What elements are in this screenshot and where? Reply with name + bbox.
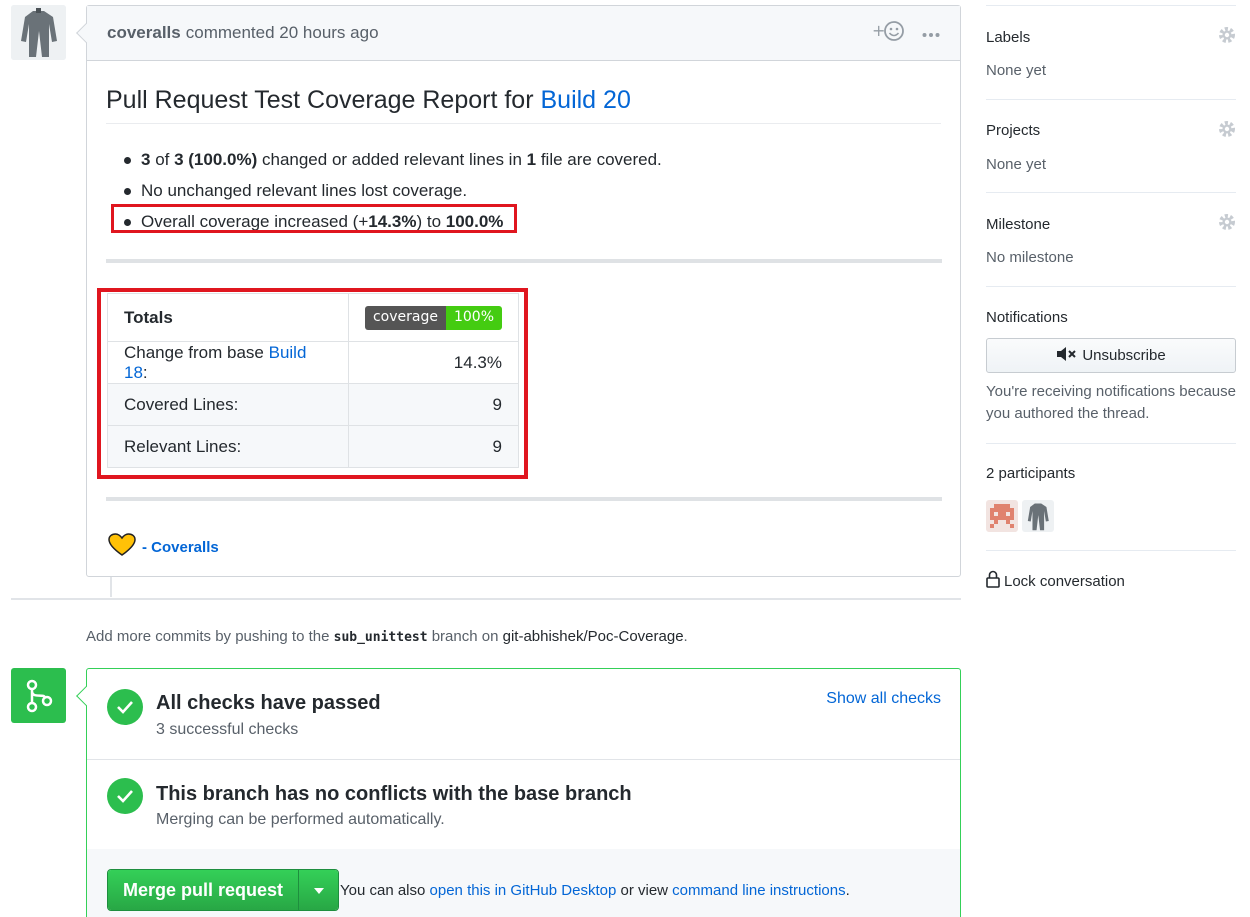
conflicts-title: This branch has no conflicts with the ba… bbox=[156, 783, 632, 805]
timeline-line bbox=[110, 577, 112, 597]
coveralls-link[interactable]: - Coveralls bbox=[142, 539, 219, 556]
checks-section: All checks have passed 3 successful chec… bbox=[87, 669, 960, 759]
mute-icon bbox=[1056, 346, 1077, 366]
participant-avatar[interactable] bbox=[986, 500, 1018, 532]
totals-label: Totals bbox=[107, 293, 349, 342]
list-item: No unchanged relevant lines lost coverag… bbox=[124, 175, 941, 206]
lock-conversation-link[interactable]: Lock conversation bbox=[986, 570, 1125, 592]
merge-box: All checks have passed 3 successful chec… bbox=[76, 668, 961, 917]
table-row: Relevant Lines: 9 bbox=[107, 425, 520, 468]
report-title-text: Pull Request Test Coverage Report for bbox=[106, 86, 534, 114]
sidebar-projects: Projects None yet bbox=[986, 99, 1236, 193]
svg-text:+: + bbox=[872, 21, 885, 40]
comment-header: coveralls commented 20 hours ago + bbox=[87, 6, 960, 61]
coverage-comment: coveralls commented 20 hours ago + Pull … bbox=[76, 5, 961, 577]
unsubscribe-label: Unsubscribe bbox=[1082, 347, 1166, 364]
lock-icon bbox=[986, 570, 1000, 592]
push-note: Add more commits by pushing to the sub_u… bbox=[86, 628, 688, 645]
show-all-checks-link[interactable]: Show all checks bbox=[826, 690, 941, 708]
milestone-value: No milestone bbox=[986, 249, 1074, 266]
change-label: Change from base bbox=[124, 342, 264, 362]
comment-time[interactable]: commented 20 hours ago bbox=[186, 23, 379, 43]
projects-value: None yet bbox=[986, 156, 1047, 173]
sidebar-participants: 2 participants bbox=[986, 443, 1236, 550]
gear-icon[interactable] bbox=[1218, 213, 1236, 236]
unsubscribe-button[interactable]: Unsubscribe bbox=[986, 338, 1236, 373]
conflicts-subtitle: Merging can be performed automatically. bbox=[156, 811, 445, 828]
divider bbox=[986, 550, 1236, 551]
build-20-link[interactable]: Build 20 bbox=[541, 86, 631, 114]
report-title: Pull Request Test Coverage Report for Bu… bbox=[106, 86, 941, 124]
table-row: Change from base Build 18: 14.3% bbox=[107, 341, 520, 384]
covered-lines-value: 9 bbox=[347, 383, 520, 426]
checks-title: All checks have passed bbox=[156, 692, 381, 714]
table-row: Totals coverage 100% bbox=[107, 293, 520, 342]
sidebar-milestone: Milestone No milestone bbox=[986, 192, 1236, 286]
conflicts-section: This branch has no conflicts with the ba… bbox=[87, 760, 960, 849]
timeline-divider bbox=[11, 598, 961, 600]
notifications-heading: Notifications bbox=[986, 309, 1068, 326]
divider bbox=[106, 259, 942, 263]
labels-heading[interactable]: Labels bbox=[986, 29, 1030, 46]
sidebar-labels: Labels None yet bbox=[986, 5, 1236, 99]
merge-actions: Merge pull request You can also open thi… bbox=[87, 849, 960, 917]
change-value: 14.3% bbox=[347, 341, 520, 384]
relevant-lines-value: 9 bbox=[347, 425, 520, 468]
merge-pull-request-button[interactable]: Merge pull request bbox=[108, 870, 299, 910]
merge-button-group: Merge pull request bbox=[107, 869, 340, 911]
caret-down-icon bbox=[313, 881, 324, 899]
highlight-box-coverage bbox=[111, 204, 517, 233]
git-merge-icon bbox=[11, 668, 66, 723]
commenter-avatar[interactable] bbox=[11, 5, 66, 60]
kebab-menu-icon[interactable] bbox=[922, 23, 940, 43]
gear-icon[interactable] bbox=[1218, 120, 1236, 143]
add-reaction-icon[interactable]: + bbox=[872, 20, 906, 47]
notifications-reason: You're receiving notifications because y… bbox=[986, 383, 1236, 422]
totals-table: Totals coverage 100% Change from base Bui… bbox=[107, 293, 520, 468]
branch-name: sub_unittest bbox=[333, 630, 428, 645]
heart-icon bbox=[108, 533, 136, 561]
participant-avatar[interactable] bbox=[1022, 500, 1054, 532]
github-desktop-link[interactable]: open this in GitHub Desktop bbox=[430, 882, 617, 899]
milestone-heading[interactable]: Milestone bbox=[986, 216, 1050, 233]
coverage-badge[interactable]: coverage 100% bbox=[364, 305, 502, 330]
checks-subtitle: 3 successful checks bbox=[156, 721, 299, 738]
relevant-lines-label: Relevant Lines: bbox=[107, 425, 349, 468]
participants-heading: 2 participants bbox=[986, 465, 1076, 482]
table-row: Covered Lines: 9 bbox=[107, 383, 520, 426]
list-item: 3 of 3 (100.0%) changed or added relevan… bbox=[124, 144, 941, 175]
covered-lines-label: Covered Lines: bbox=[107, 383, 349, 426]
projects-heading[interactable]: Projects bbox=[986, 122, 1040, 139]
command-line-link[interactable]: command line instructions bbox=[672, 882, 845, 899]
comment-author[interactable]: coveralls bbox=[107, 23, 181, 43]
check-icon bbox=[107, 689, 143, 725]
labels-value: None yet bbox=[986, 62, 1047, 79]
repo-name: git-abhishek/Poc-Coverage bbox=[502, 628, 684, 645]
check-icon bbox=[107, 778, 143, 814]
gear-icon[interactable] bbox=[1218, 26, 1236, 49]
divider bbox=[106, 497, 942, 501]
coveralls-signature: - Coveralls bbox=[108, 533, 219, 561]
merge-options-dropdown[interactable] bbox=[298, 870, 339, 910]
merge-note: You can also open this in GitHub Desktop… bbox=[340, 882, 850, 899]
lock-conversation-label: Lock conversation bbox=[1004, 572, 1125, 590]
